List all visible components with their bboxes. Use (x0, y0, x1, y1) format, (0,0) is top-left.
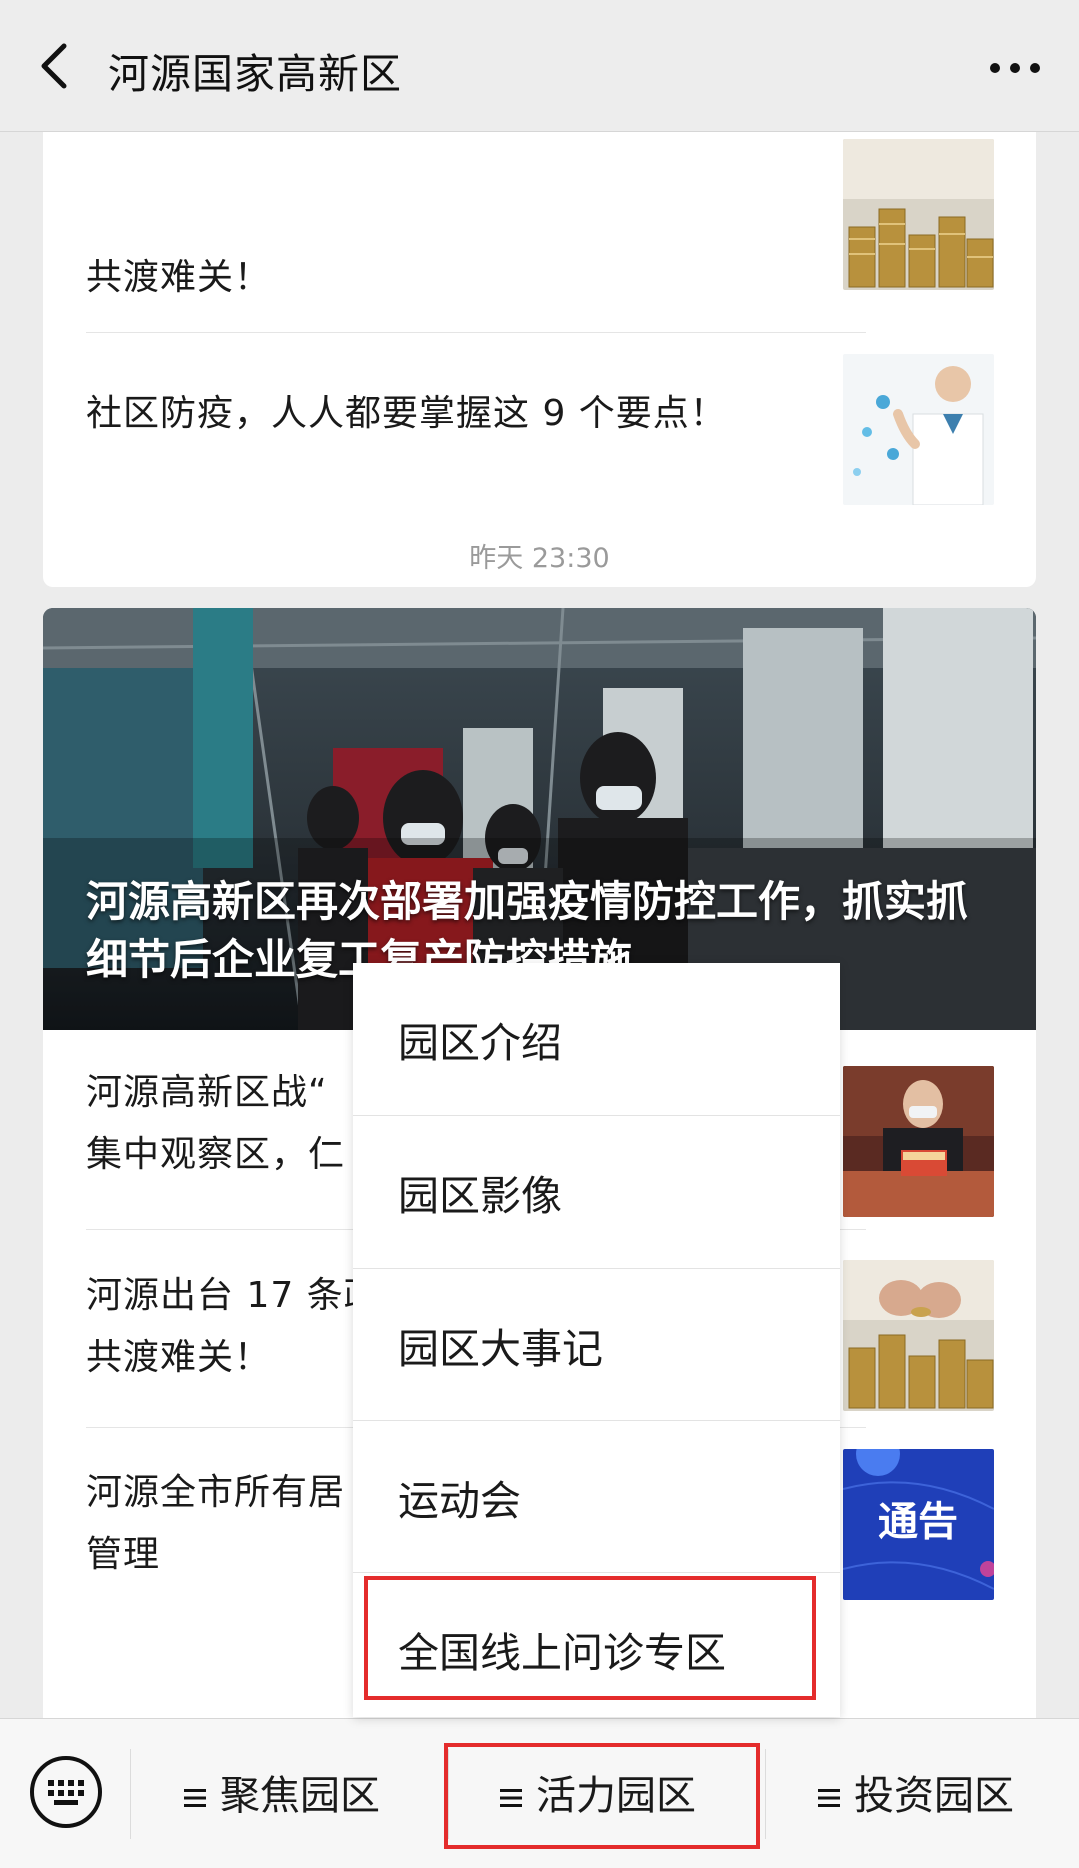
message-timestamp: 昨天 23:30 (469, 543, 610, 574)
divider (765, 1749, 766, 1839)
menu-lines-icon (818, 1789, 840, 1807)
coins-thumbnail (843, 139, 994, 290)
menu-label: 聚焦园区 (220, 1773, 380, 1819)
back-button[interactable] (28, 38, 80, 94)
official-desk-thumbnail (843, 1066, 994, 1217)
submenu-item-label: 园区介绍 (398, 1019, 562, 1067)
divider (130, 1749, 131, 1839)
article-item[interactable]: 共渡难关！ (43, 131, 1036, 332)
menu-lines-icon (184, 1789, 206, 1807)
more-button[interactable] (985, 48, 1045, 88)
menu-label: 投资园区 (854, 1773, 1014, 1819)
notice-thumbnail-text: 通告 (878, 1499, 958, 1545)
top-nav-bar: 河源国家高新区 (0, 0, 1079, 132)
submenu-item-park-milestones[interactable]: 园区大事记 (353, 1269, 840, 1421)
menu-focus-park[interactable]: 聚焦园区 (182, 1763, 380, 1823)
submenu-item-label: 园区大事记 (398, 1325, 603, 1373)
doctor-thumbnail (843, 354, 994, 505)
submenu-item-label: 运动会 (398, 1477, 521, 1525)
keyboard-toggle-button[interactable] (28, 1754, 104, 1830)
highlight-box-online-consultation (364, 1576, 816, 1700)
coins-thumbnail (843, 1260, 994, 1411)
submenu-item-park-images[interactable]: 园区影像 (353, 1116, 840, 1268)
menu-invest-park[interactable]: 投资园区 (816, 1763, 1014, 1823)
highlight-box-vitality-park (444, 1743, 760, 1849)
submenu-item-label: 园区影像 (398, 1172, 562, 1220)
notice-thumbnail: 通告 (843, 1449, 994, 1600)
keyboard-icon (30, 1756, 102, 1828)
page-title: 河源国家高新区 (108, 50, 402, 98)
submenu-item-park-intro[interactable]: 园区介绍 (353, 963, 840, 1115)
chevron-left-icon (41, 43, 67, 89)
article-card: 共渡难关！ 社区防疫，人人都要掌握这 9 个要点！ (43, 131, 1036, 587)
submenu-item-sports-meet[interactable]: 运动会 (353, 1421, 840, 1573)
article-title: 社区防疫，人人都要掌握这 9 个要点！ (86, 393, 727, 434)
more-dots-icon (990, 63, 1040, 73)
article-title: 共渡难关！ (86, 257, 272, 298)
